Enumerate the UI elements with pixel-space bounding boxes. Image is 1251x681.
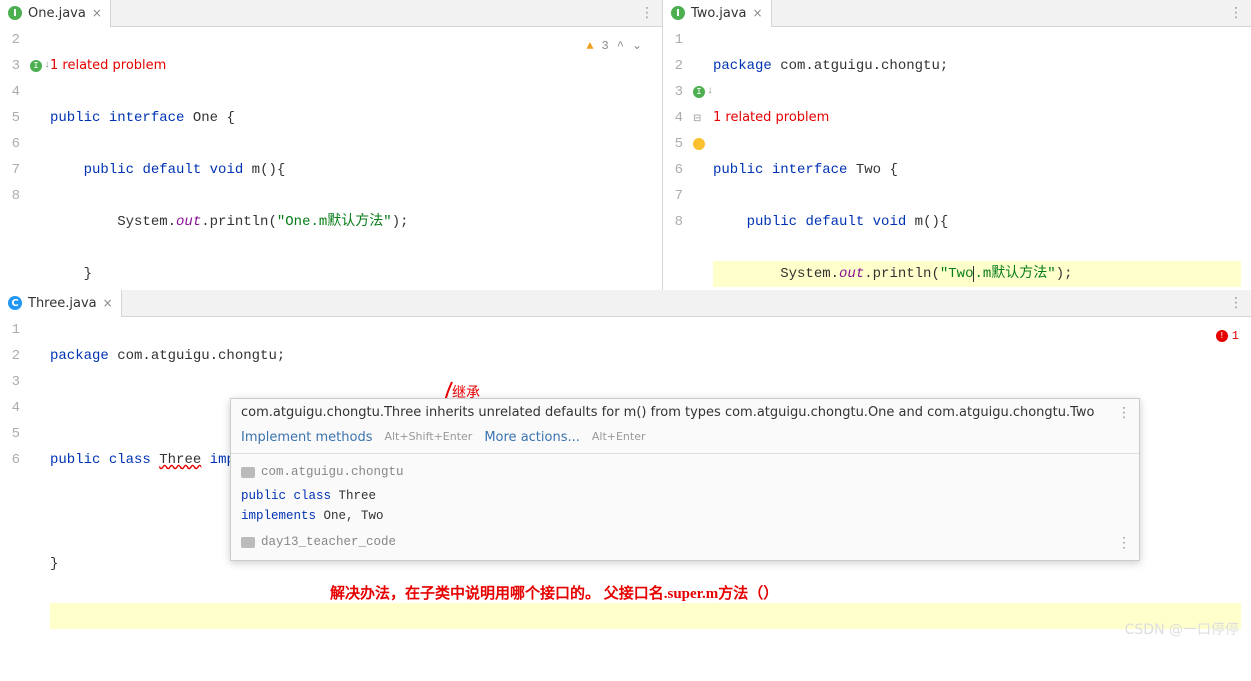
doc-menu-icon[interactable]: ⋮ bbox=[1117, 534, 1131, 554]
tab-label: Two.java bbox=[691, 6, 747, 21]
error-message: com.atguigu.chongtu.Three inherits unrel… bbox=[241, 405, 1095, 420]
close-icon[interactable]: × bbox=[103, 296, 113, 310]
intention-bulb-icon[interactable] bbox=[693, 138, 705, 150]
close-icon[interactable]: × bbox=[753, 6, 763, 20]
editor-menu-icon[interactable]: ⋮ bbox=[1229, 295, 1243, 311]
tab-bar-bottom: C Three.java × ⋮ bbox=[0, 290, 1251, 317]
tab-label: One.java bbox=[28, 6, 86, 21]
implements-icon[interactable]: I bbox=[693, 86, 705, 98]
error-popup: com.atguigu.chongtu.Three inherits unrel… bbox=[230, 398, 1140, 561]
popup-menu-icon[interactable]: ⋮ bbox=[1117, 405, 1131, 421]
editor-menu-icon[interactable]: ⋮ bbox=[1229, 5, 1243, 21]
tab-label: Three.java bbox=[28, 296, 97, 311]
more-actions-link[interactable]: More actions... bbox=[484, 430, 580, 445]
tab-bar-right: I Two.java × ⋮ bbox=[663, 0, 1251, 27]
inspection-badge[interactable]: ▲3 ^ ⌄ bbox=[586, 33, 642, 59]
problem-hint[interactable]: 1 related problem bbox=[50, 58, 166, 73]
tab-bar-left: I One.java × ⋮ bbox=[0, 0, 662, 27]
quick-doc: com.atguigu.chongtu public class Three i… bbox=[231, 453, 1139, 560]
module-icon bbox=[241, 537, 255, 548]
java-interface-icon: I bbox=[8, 6, 22, 20]
line-gutter: 123456 bbox=[0, 317, 30, 681]
tab-three-java[interactable]: C Three.java × bbox=[0, 290, 122, 317]
tab-two-java[interactable]: I Two.java × bbox=[663, 0, 772, 27]
implement-methods-link[interactable]: Implement methods bbox=[241, 430, 372, 445]
implements-icon[interactable]: I bbox=[30, 60, 42, 72]
watermark: CSDN @一口停停 bbox=[1125, 619, 1239, 639]
java-class-icon: C bbox=[8, 296, 22, 310]
problem-hint[interactable]: 1 related problem bbox=[713, 110, 829, 125]
close-icon[interactable]: × bbox=[92, 6, 102, 20]
editor-menu-icon[interactable]: ⋮ bbox=[640, 5, 654, 21]
tab-one-java[interactable]: I One.java × bbox=[0, 0, 111, 27]
java-interface-icon: I bbox=[671, 6, 685, 20]
gutter-bar bbox=[30, 317, 50, 681]
anno-solution: 解决办法，在子类中说明用哪个接口的。 父接口名.super.m方法（） bbox=[330, 582, 778, 603]
folder-icon bbox=[241, 467, 255, 478]
error-badge[interactable]: !1 bbox=[1216, 323, 1239, 349]
